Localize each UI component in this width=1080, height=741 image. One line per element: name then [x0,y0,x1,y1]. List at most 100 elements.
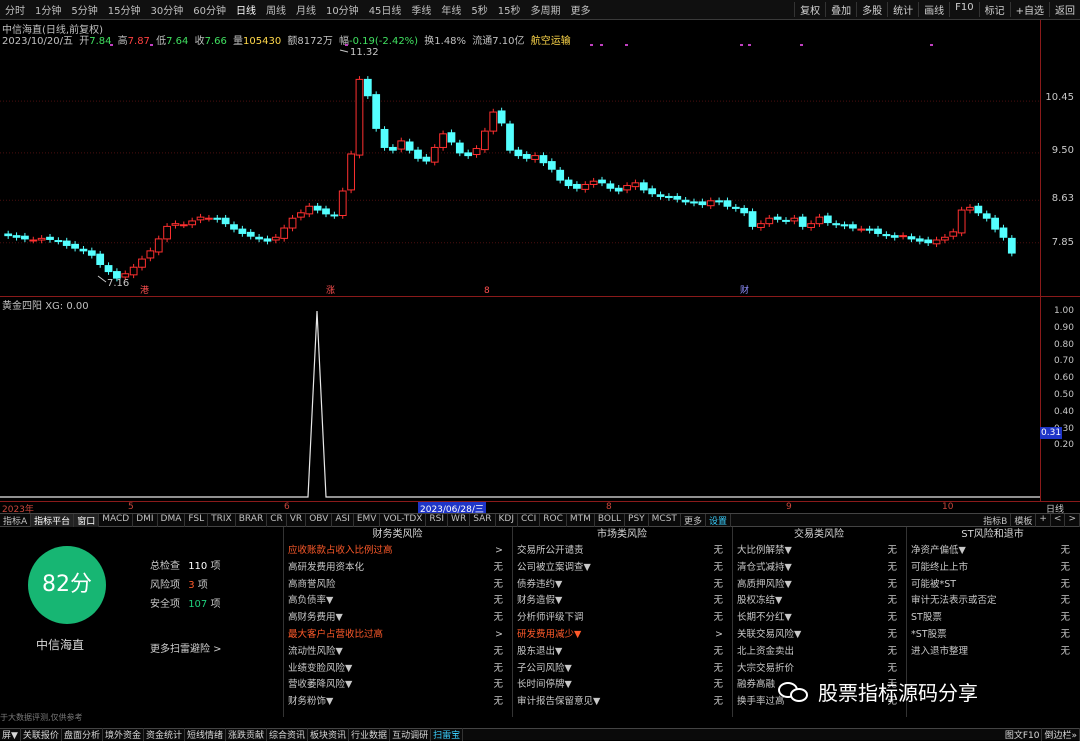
period-tab[interactable]: 5分钟 [66,2,102,17]
risk-row[interactable]: 业绩变脸风险▼ 无 [284,661,511,678]
risk-row[interactable]: 分析师评级下调 无 [513,610,731,627]
risk-row[interactable]: 最大客户占营收比过高 > [284,627,511,644]
toolbar-button[interactable]: 多股 [856,2,887,17]
bottom-tab-right[interactable]: 倒边栏» [1042,728,1080,741]
risk-row[interactable]: 长时间停牌▼ 无 [513,677,731,694]
indicator-tab[interactable]: MCST [649,513,681,527]
indicator-tab[interactable]: DMI [133,513,158,527]
indicator-tab[interactable]: BRAR [236,513,268,527]
toolbar-button[interactable]: 统计 [887,2,918,17]
period-tab[interactable]: 15秒 [493,2,526,17]
indicator-tab[interactable]: EMV [354,513,381,527]
toolbar-button[interactable]: 复权 [794,2,825,17]
event-mark[interactable]: 8 [484,286,490,296]
period-tab[interactable]: 60分钟 [188,2,231,17]
period-tab[interactable]: 月线 [291,2,321,17]
risk-row[interactable]: *ST股票 无 [907,627,1078,644]
period-tab[interactable]: 周线 [261,2,291,17]
indicator-tab[interactable]: 更多 [681,513,706,527]
indicator-tab[interactable]: ASI [332,513,354,527]
period-tab[interactable]: 年线 [436,2,466,17]
risk-row[interactable]: 进入退市整理 无 [907,644,1078,661]
bottom-tab[interactable]: 屏▼ [0,728,21,741]
bottom-tab-right[interactable]: 图文F10 [1003,728,1043,741]
risk-row[interactable]: 营收萎降风险▼ 无 [284,677,511,694]
risk-row[interactable]: 交易所公开谴责 无 [513,543,731,560]
toolbar-button[interactable]: 标记 [978,2,1010,17]
indicator-tab-control[interactable]: 指标B [980,513,1012,527]
risk-row[interactable]: 审计无法表示或否定 无 [907,593,1078,610]
indicator-tab[interactable]: MACD [99,513,134,527]
risk-row[interactable]: 财务造假▼ 无 [513,593,731,610]
event-mark[interactable]: 港 [140,284,149,296]
indicator-tab[interactable]: TRIX [208,513,236,527]
risk-row[interactable]: ST股票 无 [907,610,1078,627]
risk-row[interactable]: 股权冻结▼ 无 [733,593,905,610]
bottom-tab[interactable]: 资金统计 [144,728,185,741]
bottom-tab[interactable]: 短线情绪 [185,728,226,741]
period-tab[interactable]: 30分钟 [145,2,188,17]
indicator-tab[interactable]: DMA [158,513,186,527]
risk-row[interactable]: 可能终止上市 无 [907,560,1078,577]
indicator-tab-control[interactable]: 模板 [1011,513,1037,527]
risk-row[interactable]: 审计报告保留意见▼ 无 [513,694,731,711]
indicator-tab[interactable]: 指标A [0,513,32,527]
risk-row[interactable]: 清仓式减持▼ 无 [733,560,905,577]
risk-row[interactable]: 高研发费用资本化 无 [284,560,511,577]
indicator-tab[interactable]: OBV [306,513,333,527]
more-scan-link[interactable]: 更多扫雷避险 > [150,640,222,655]
bottom-tab[interactable]: 综合资讯 [267,728,309,741]
bottom-tab[interactable]: 扫雷宝 [431,728,464,741]
risk-row[interactable]: 子公司风险▼ 无 [513,661,731,678]
risk-row[interactable]: 流动性风险▼ 无 [284,644,511,661]
risk-row[interactable]: 高负债率▼ 无 [284,593,511,610]
period-tab[interactable]: 分时 [0,2,30,17]
toolbar-button[interactable]: +自选 [1009,2,1049,17]
risk-row[interactable]: 关联交易风险▼ 无 [733,627,905,644]
period-tab[interactable]: 45日线 [364,2,407,17]
indicator-tab[interactable]: 指标平台 [31,513,75,527]
period-tab[interactable]: 1分钟 [30,2,66,17]
period-tab[interactable]: 多周期 [526,2,566,17]
risk-row[interactable]: 高质押风险▼ 无 [733,577,905,594]
toolbar-button[interactable]: 叠加 [825,2,856,17]
indicator-tab[interactable]: 窗口 [74,513,100,527]
risk-row[interactable]: 可能被*ST 无 [907,577,1078,594]
bottom-tab[interactable]: 行业数据 [349,728,391,741]
indicator-tab[interactable]: MTM [567,513,595,527]
indicator-tab-control[interactable]: < [1051,513,1066,527]
risk-row[interactable]: 公司被立案调查▼ 无 [513,560,731,577]
bottom-tab[interactable]: 涨跌贡献 [226,728,268,741]
risk-row[interactable]: 股东退出▼ 无 [513,644,731,661]
candlestick-chart[interactable]: 11.32 7.16 港 涨 8 财 [0,44,1040,296]
bottom-tab[interactable]: 盘面分析 [62,728,103,741]
period-tab[interactable]: 5秒 [466,2,492,17]
indicator-tab[interactable]: 设置 [706,513,731,527]
bottom-tab[interactable]: 关联报价 [21,728,62,741]
risk-row[interactable]: 应收账款占收入比例过高 > [284,543,511,560]
indicator-tab[interactable]: RSI [426,513,449,527]
risk-row[interactable]: 债券违约▼ 无 [513,577,731,594]
indicator-tab[interactable]: CCI [518,513,541,527]
indicator-tab[interactable]: WR [448,513,471,527]
indicator-tab-control[interactable]: > [1065,513,1080,527]
period-tab[interactable]: 15分钟 [103,2,146,17]
indicator-tab[interactable]: SAR [470,513,496,527]
indicator-tab-control[interactable]: + [1036,513,1051,527]
indicator-tab[interactable]: KDJ [496,513,518,527]
bottom-tab[interactable]: 板块资讯 [308,728,350,741]
event-mark[interactable]: 涨 [326,285,335,296]
indicator-tab[interactable]: PSY [625,513,649,527]
risk-row[interactable]: 财务粉饰▼ 无 [284,694,511,711]
risk-row[interactable]: 大比例解禁▼ 无 [733,543,905,560]
period-tab[interactable]: 10分钟 [321,2,364,17]
risk-row[interactable]: 北上资金卖出 无 [733,644,905,661]
period-tab[interactable]: 季线 [406,2,436,17]
toolbar-button[interactable]: 返回 [1049,2,1080,17]
indicator-tab[interactable]: VOL-TDX [380,513,427,527]
risk-row[interactable]: 高财务费用▼ 无 [284,610,511,627]
period-tab[interactable]: 更多 [566,2,596,17]
risk-row[interactable]: 高商誉风险 无 [284,577,511,594]
risk-row[interactable]: 净资产偏低▼ 无 [907,543,1078,560]
indicator-tab[interactable]: CR [267,513,287,527]
